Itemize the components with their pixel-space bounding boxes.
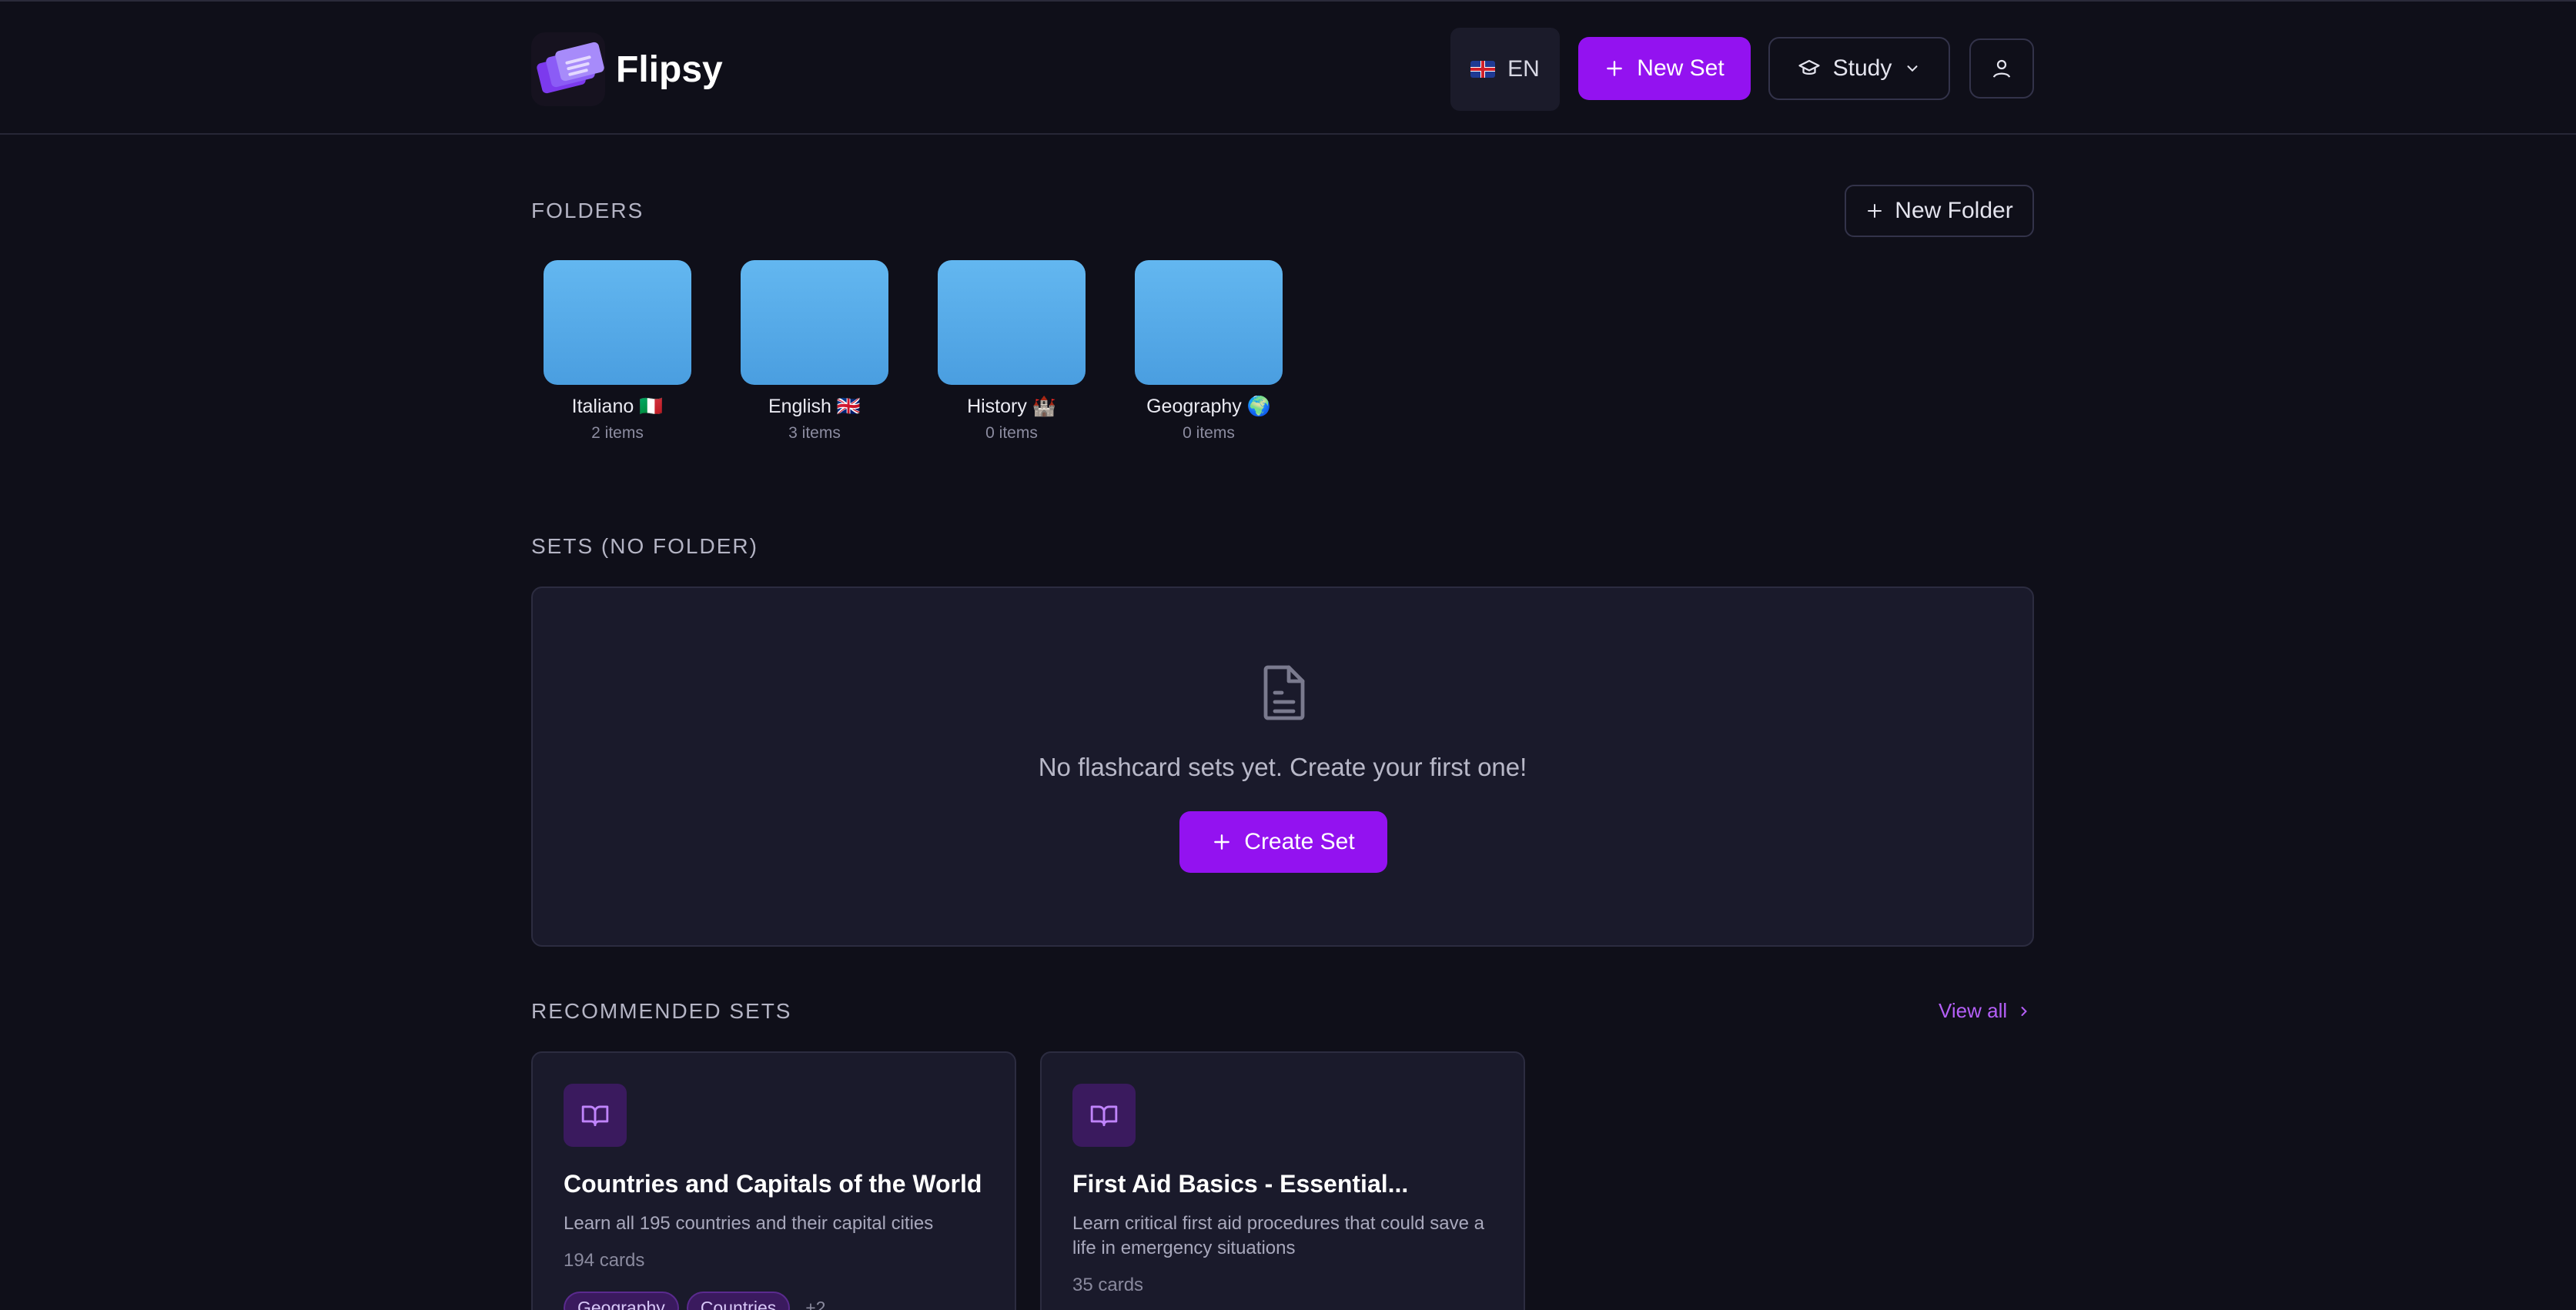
chevron-down-icon: [1907, 65, 1918, 72]
set-description: Learn all 195 countries and their capita…: [564, 1213, 934, 1234]
recommended-set-card[interactable]: Countries and Capitals of the World Lear…: [531, 1051, 1016, 1310]
app-root: Flipsy EN New Set Study FOLDERS New Fold…: [0, 0, 2576, 1310]
folders-section-title: FOLDERS: [531, 199, 644, 222]
plus-icon: [1868, 204, 1882, 218]
recommended-section-title: RECOMMENDED SETS: [531, 999, 792, 1023]
create-set-label: Create Set: [1244, 829, 1355, 854]
folder-name: Italiano 🇮🇹: [571, 396, 664, 417]
study-label: Study: [1832, 55, 1892, 81]
set-description: Learn critical first aid procedures that…: [1072, 1213, 1484, 1258]
language-label: EN: [1507, 56, 1540, 82]
empty-sets-card: No flashcard sets yet. Create your first…: [531, 586, 2034, 947]
tag-geography[interactable]: Geography: [564, 1292, 679, 1310]
folder-icon: [544, 260, 691, 385]
sets-section-title: SETS (NO FOLDER): [531, 534, 758, 558]
book-open-icon: [1072, 1084, 1136, 1147]
document-icon: [1263, 665, 1305, 720]
uk-flag-icon: [1470, 61, 1496, 78]
top-header: Flipsy EN New Set Study: [0, 0, 2576, 135]
recommended-set-card[interactable]: First Aid Basics - Essential... Learn cr…: [1040, 1051, 1525, 1310]
app-name: Flipsy: [616, 48, 723, 90]
tag-countries[interactable]: Countries: [686, 1292, 791, 1310]
set-card-count: 194 cards: [564, 1250, 645, 1271]
folder-item-geography[interactable]: Geography 🌍 0 items: [1135, 260, 1283, 443]
set-title: Countries and Capitals of the World: [564, 1170, 982, 1198]
folder-item-history[interactable]: History 🏰 0 items: [938, 260, 1086, 443]
new-set-label: New Set: [1637, 55, 1725, 81]
folder-icon: [741, 260, 888, 385]
folder-name: Geography 🌍: [1146, 396, 1271, 417]
plus-icon: [1214, 834, 1230, 850]
flashcards-logo-icon: [531, 32, 605, 106]
view-all-link[interactable]: View all: [1939, 999, 2032, 1023]
language-selector-button[interactable]: EN: [1450, 28, 1560, 111]
set-card-count: 35 cards: [1072, 1275, 1144, 1295]
graduation-cap-icon: [1798, 59, 1820, 75]
folder-item-italiano[interactable]: Italiano 🇮🇹 2 items: [544, 260, 691, 443]
brand-logo[interactable]: Flipsy: [531, 32, 723, 106]
folder-icon: [938, 260, 1086, 385]
user-profile-button[interactable]: [1969, 38, 2034, 99]
folder-count: 2 items: [591, 424, 644, 442]
set-tags: Geography Countries +2: [564, 1292, 825, 1310]
new-folder-label: New Folder: [1895, 198, 2013, 223]
folder-count: 0 items: [1183, 424, 1235, 442]
new-set-button[interactable]: New Set: [1578, 37, 1751, 100]
study-dropdown-button[interactable]: Study: [1768, 37, 1950, 100]
book-open-icon: [564, 1084, 627, 1147]
folder-name: History 🏰: [967, 396, 1056, 417]
user-icon: [1992, 59, 2011, 78]
more-tags-count: +2: [805, 1298, 826, 1310]
new-folder-button[interactable]: New Folder: [1845, 185, 2034, 237]
empty-state-message: No flashcard sets yet. Create your first…: [1038, 753, 1527, 781]
chevron-right-icon: [2021, 1006, 2028, 1016]
view-all-label: View all: [1939, 999, 2008, 1022]
set-title: First Aid Basics - Essential...: [1072, 1170, 1409, 1198]
folder-name: English 🇬🇧: [768, 396, 861, 417]
folder-count: 0 items: [985, 424, 1038, 442]
folder-count: 3 items: [788, 424, 841, 442]
create-set-button[interactable]: Create Set: [1179, 811, 1387, 873]
folder-item-english[interactable]: English 🇬🇧 3 items: [741, 260, 888, 443]
folder-icon: [1135, 260, 1283, 385]
plus-icon: [1607, 61, 1623, 76]
